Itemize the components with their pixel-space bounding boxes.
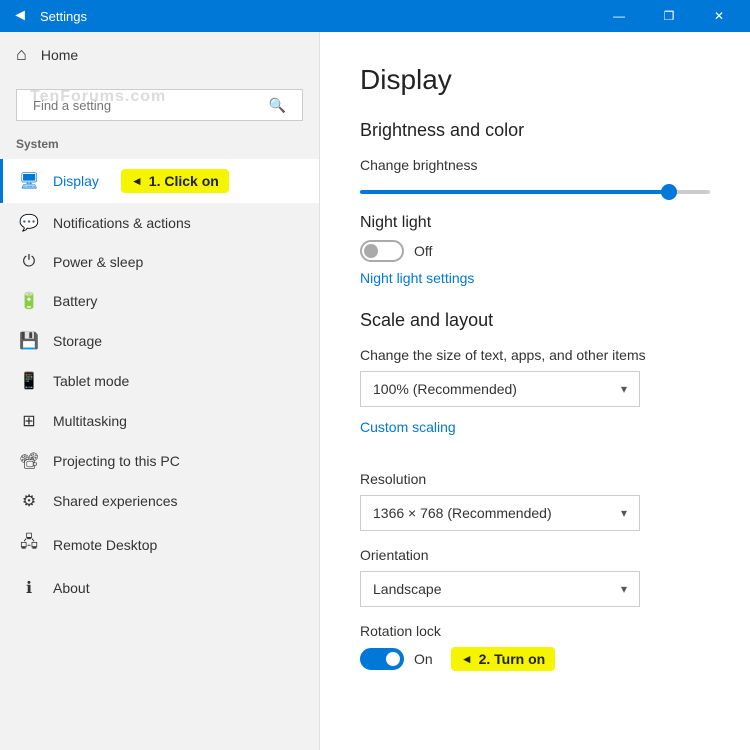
- scale-selected: 100% (Recommended): [373, 381, 517, 397]
- close-button[interactable]: ✕: [696, 0, 742, 32]
- battery-icon: 🔋: [19, 291, 39, 311]
- night-light-settings-link[interactable]: Night light settings: [360, 270, 474, 286]
- sidebar-item-tablet[interactable]: 📱 Tablet mode: [0, 361, 319, 401]
- sidebar-item-display[interactable]: 🖥 Display 1. Click on: [0, 159, 319, 203]
- display-label: Display: [53, 173, 99, 189]
- notifications-icon: 💬: [19, 213, 39, 233]
- rotation-lock-thumb: [386, 652, 400, 666]
- callout-1: 1. Click on: [121, 169, 229, 193]
- display-icon: 🖥: [19, 171, 39, 191]
- scale-section-title: Scale and layout: [360, 310, 710, 331]
- about-icon: ℹ: [19, 578, 39, 598]
- projecting-icon: 📽: [19, 451, 39, 471]
- home-label: Home: [41, 47, 78, 63]
- remote-icon: 🖧: [19, 531, 39, 558]
- restore-button[interactable]: ❐: [646, 0, 692, 32]
- tablet-icon: 📱: [19, 371, 39, 391]
- power-icon: ⏻: [19, 253, 39, 271]
- scale-dropdown-arrow: ▾: [621, 382, 627, 396]
- content-area: TenForums.com Display Brightness and col…: [320, 32, 750, 750]
- app-body: ⌂ Home 🔍 System 🖥 Display 1. Click on 💬 …: [0, 32, 750, 750]
- night-light-toggle-row: Off: [360, 240, 710, 262]
- notifications-label: Notifications & actions: [53, 215, 191, 231]
- titlebar: ◄ Settings — ❐ ✕: [0, 0, 750, 32]
- sidebar-item-storage[interactable]: 💾 Storage: [0, 321, 319, 361]
- night-light-thumb: [364, 244, 378, 258]
- brightness-label: Change brightness: [360, 157, 710, 173]
- night-light-state: Off: [414, 243, 432, 259]
- sidebar-item-projecting[interactable]: 📽 Projecting to this PC: [0, 441, 319, 481]
- resolution-dropdown[interactable]: 1366 × 768 (Recommended) ▾: [360, 495, 640, 531]
- shared-label: Shared experiences: [53, 493, 178, 509]
- night-light-toggle[interactable]: [360, 240, 404, 262]
- shared-icon: ⚙: [19, 491, 39, 511]
- multitasking-label: Multitasking: [53, 413, 127, 429]
- back-button[interactable]: ◄: [8, 4, 32, 28]
- night-light-title: Night light: [360, 214, 710, 232]
- remote-label: Remote Desktop: [53, 537, 157, 553]
- rotation-lock-state: On: [414, 651, 433, 667]
- about-label: About: [53, 580, 90, 596]
- tablet-label: Tablet mode: [53, 373, 129, 389]
- orientation-selected: Landscape: [373, 581, 442, 597]
- minimize-button[interactable]: —: [596, 0, 642, 32]
- scale-dropdown-container: 100% (Recommended) ▾: [360, 371, 710, 407]
- rotation-lock-toggle[interactable]: [360, 648, 404, 670]
- rotation-lock-label: Rotation lock: [360, 623, 710, 639]
- resolution-label: Resolution: [360, 471, 710, 487]
- sidebar-item-about[interactable]: ℹ About: [0, 568, 319, 608]
- orientation-label: Orientation: [360, 547, 710, 563]
- sidebar-item-shared[interactable]: ⚙ Shared experiences: [0, 481, 319, 521]
- search-box[interactable]: 🔍: [16, 89, 303, 121]
- search-icon: 🔍: [269, 97, 286, 114]
- rotation-lock-track: [360, 648, 404, 670]
- sidebar: ⌂ Home 🔍 System 🖥 Display 1. Click on 💬 …: [0, 32, 320, 750]
- sidebar-item-power[interactable]: ⏻ Power & sleep: [0, 243, 319, 281]
- rotation-lock-toggle-row: On 2. Turn on: [360, 647, 710, 671]
- storage-label: Storage: [53, 333, 102, 349]
- titlebar-title: Settings: [40, 9, 596, 24]
- battery-label: Battery: [53, 293, 97, 309]
- callout-2: 2. Turn on: [451, 647, 556, 671]
- search-input[interactable]: [33, 98, 265, 113]
- system-section-label: System: [0, 133, 319, 159]
- home-icon: ⌂: [16, 44, 27, 65]
- storage-icon: 💾: [19, 331, 39, 351]
- power-label: Power & sleep: [53, 254, 143, 270]
- page-title: Display: [360, 64, 710, 96]
- resolution-dropdown-container: 1366 × 768 (Recommended) ▾: [360, 495, 710, 531]
- sidebar-item-notifications[interactable]: 💬 Notifications & actions: [0, 203, 319, 243]
- titlebar-controls: — ❐ ✕: [596, 0, 742, 32]
- night-light-section: Night light Off Night light settings: [360, 214, 710, 306]
- scale-dropdown[interactable]: 100% (Recommended) ▾: [360, 371, 640, 407]
- resolution-dropdown-arrow: ▾: [621, 506, 627, 520]
- brightness-slider[interactable]: [360, 190, 710, 194]
- orientation-dropdown[interactable]: Landscape ▾: [360, 571, 640, 607]
- orientation-dropdown-arrow: ▾: [621, 582, 627, 596]
- multitasking-icon: ⊞: [19, 411, 39, 431]
- resolution-selected: 1366 × 768 (Recommended): [373, 505, 552, 521]
- brightness-section-title: Brightness and color: [360, 120, 710, 141]
- projecting-label: Projecting to this PC: [53, 453, 180, 469]
- sidebar-item-multitasking[interactable]: ⊞ Multitasking: [0, 401, 319, 441]
- night-light-track: [360, 240, 404, 262]
- sidebar-item-remote[interactable]: 🖧 Remote Desktop: [0, 521, 319, 568]
- scale-label: Change the size of text, apps, and other…: [360, 347, 710, 363]
- sidebar-item-home[interactable]: ⌂ Home: [0, 32, 319, 77]
- orientation-dropdown-container: Landscape ▾: [360, 571, 710, 607]
- sidebar-item-battery[interactable]: 🔋 Battery: [0, 281, 319, 321]
- custom-scaling-link[interactable]: Custom scaling: [360, 419, 456, 435]
